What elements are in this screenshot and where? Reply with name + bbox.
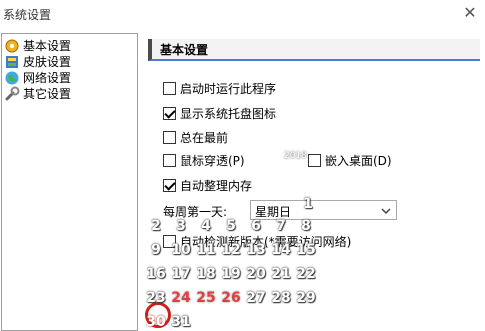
sidebar-item-network[interactable]: 网络设置 (4, 70, 71, 86)
calendar-month: 1 (303, 196, 313, 212)
option-label: 显示系统托盘图标 (180, 106, 277, 121)
always-on-top-checkbox[interactable] (163, 130, 176, 144)
week-start-select[interactable]: 星期日 (250, 200, 397, 220)
calendar-day: 24 (171, 290, 191, 306)
calendar-day: 30 (146, 314, 166, 330)
calendar-day: 27 (246, 290, 266, 306)
sidebar-item-label: 网络设置 (23, 71, 72, 85)
wrench-icon (4, 86, 20, 102)
calendar-day: 10 (171, 242, 191, 258)
calendar-day: 25 (196, 290, 216, 306)
sidebar-item-label: 基本设置 (23, 39, 72, 53)
settings-frame: 基本设置 皮肤设置 网络设置 其它设置 基本设置 启动时运行此程序 显示系统托盘… (0, 30, 485, 331)
option-tray-icon[interactable]: 显示系统托盘图标 (163, 105, 276, 121)
sidebar: 基本设置 皮肤设置 网络设置 其它设置 (1, 33, 138, 331)
calendar-day: 19 (221, 266, 241, 282)
option-label: 自动整理内存 (180, 178, 253, 193)
option-label: 启动时运行此程序 (180, 81, 277, 96)
sidebar-item-other[interactable]: 其它设置 (4, 86, 71, 102)
calendar-day: 28 (271, 290, 291, 306)
title-bar: 系统设置 ✕ (0, 0, 485, 30)
window-title: 系统设置 (3, 8, 52, 22)
calendar-day: 20 (246, 266, 266, 282)
calendar-day: 8 (301, 218, 311, 234)
calendar-day: 12 (221, 242, 241, 258)
panel-header: 基本设置 (148, 39, 480, 61)
calendar-day: 15 (296, 242, 316, 258)
startup-checkbox[interactable] (163, 81, 176, 95)
calendar-day: 21 (271, 266, 291, 282)
calendar-day: 23 (146, 290, 166, 306)
option-mouse-through[interactable]: 鼠标穿透(P) (163, 152, 245, 168)
option-auto-memory[interactable]: 自动整理内存 (163, 177, 252, 193)
option-label: 鼠标穿透(P) (180, 153, 245, 168)
calendar-day: 2 (151, 218, 161, 234)
option-embed-desktop[interactable]: 嵌入桌面(D) (308, 152, 392, 168)
calendar-day: 22 (296, 266, 316, 282)
chevron-down-icon (381, 208, 391, 215)
calendar-day: 17 (171, 266, 191, 282)
sidebar-item-label: 其它设置 (23, 87, 72, 101)
calendar-day: 14 (271, 242, 291, 258)
embed-desktop-checkbox[interactable] (308, 153, 321, 167)
calendar-day: 4 (201, 218, 211, 234)
calendar-day: 31 (171, 314, 191, 330)
option-always-on-top[interactable]: 总在最前 (163, 129, 228, 145)
sidebar-item-skin[interactable]: 皮肤设置 (4, 54, 71, 70)
skin-icon (4, 54, 20, 70)
calendar-day: 5 (226, 218, 236, 234)
sidebar-item-basic[interactable]: 基本设置 (4, 38, 71, 54)
calendar-day: 6 (251, 218, 261, 234)
mouse-through-checkbox[interactable] (163, 153, 176, 167)
option-label: 嵌入桌面(D) (325, 153, 392, 168)
auto-memory-checkbox[interactable] (163, 178, 176, 192)
calendar-day: 11 (196, 242, 216, 258)
calendar-day: 3 (176, 218, 186, 234)
close-icon[interactable]: ✕ (460, 3, 480, 23)
calendar-year: 2018 (284, 151, 307, 161)
calendar-day: 7 (276, 218, 286, 234)
calendar-day: 9 (151, 242, 161, 258)
calendar-day: 18 (196, 266, 216, 282)
calendar-day: 26 (221, 290, 241, 306)
calendar-day: 13 (246, 242, 266, 258)
panel-title: 基本设置 (160, 43, 209, 57)
globe-icon (4, 70, 20, 86)
sidebar-item-label: 皮肤设置 (23, 55, 72, 69)
tray-icon-checkbox[interactable] (163, 106, 176, 120)
settings-icon (4, 38, 20, 54)
option-run-at-startup[interactable]: 启动时运行此程序 (163, 80, 276, 96)
calendar-day: 29 (296, 290, 316, 306)
calendar-day: 16 (146, 266, 166, 282)
option-label: 总在最前 (180, 130, 229, 145)
